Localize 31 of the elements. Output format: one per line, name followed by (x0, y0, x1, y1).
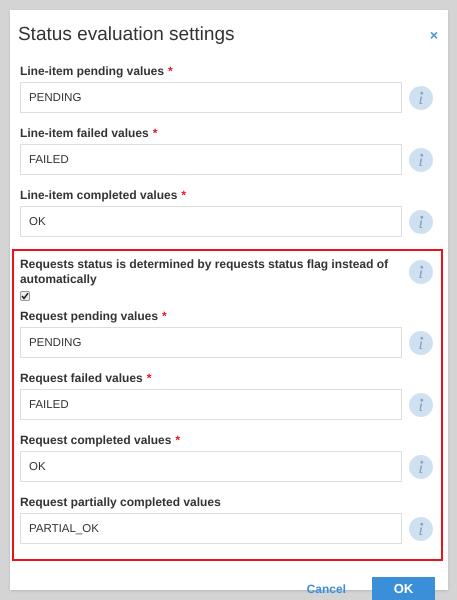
field-label: Line-item completed values (20, 187, 178, 204)
input-field[interactable]: PENDING (20, 82, 402, 113)
required-asterisk: * (168, 63, 173, 80)
field-label: Line-item pending values (20, 63, 164, 80)
field-label: Request pending values (20, 308, 158, 325)
info-icon[interactable] (409, 330, 433, 354)
info-icon[interactable] (409, 210, 433, 234)
info-icon[interactable] (409, 86, 433, 110)
checkbox[interactable] (20, 291, 30, 301)
required-asterisk: * (146, 370, 152, 387)
required-asterisk: * (152, 125, 158, 142)
info-icon[interactable] (409, 454, 433, 478)
info-icon[interactable] (409, 148, 433, 172)
field-label: Request failed values (20, 370, 143, 387)
required-asterisk: * (181, 187, 186, 204)
input-field[interactable]: OK (20, 206, 402, 237)
input-field[interactable]: FAILED (20, 389, 402, 420)
input-field[interactable]: PARTIAL_OK (20, 513, 402, 544)
field-label: Request partially completed values (20, 494, 222, 511)
required-asterisk: * (175, 432, 180, 449)
info-icon[interactable] (409, 260, 433, 284)
field-label: Line-item failed values (20, 125, 149, 142)
required-asterisk: * (162, 308, 167, 325)
input-field[interactable]: FAILED (20, 144, 402, 175)
info-icon[interactable] (409, 392, 433, 416)
input-field[interactable]: PENDING (20, 327, 402, 358)
dialog-title: Status evaluation settings (18, 22, 235, 47)
field-label: Request completed values (20, 432, 172, 449)
info-icon[interactable] (409, 516, 433, 540)
checkbox-label: Requests status is determined by requests status flag instead of automatically (20, 257, 390, 287)
input-field[interactable]: OK (20, 451, 402, 482)
